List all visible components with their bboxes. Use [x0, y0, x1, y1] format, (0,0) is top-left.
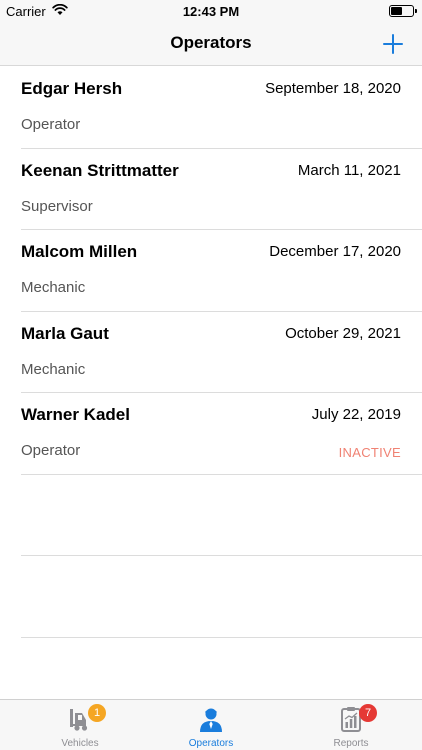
operator-date: March 11, 2021	[297, 161, 401, 179]
empty-row	[0, 556, 422, 638]
tab-bar: 1 Vehicles Operators 7 Reports	[0, 699, 422, 750]
person-icon	[200, 708, 222, 732]
status-bar: Carrier 12:43 PM	[0, 0, 422, 22]
operator-role: Mechanic	[21, 360, 86, 378]
vehicles-badge: 1	[88, 704, 106, 722]
operator-name: Malcom Millen	[21, 242, 138, 261]
operator-name: Warner Kadel	[21, 405, 130, 424]
operator-role: Operator	[21, 116, 81, 133]
list-item[interactable]: Marla Gaut October 29, 2021 Mechanic	[0, 312, 422, 393]
tab-vehicles[interactable]: 1 Vehicles	[10, 700, 150, 750]
operator-date: December 17, 2020	[269, 243, 401, 260]
tab-label: Operators	[188, 738, 234, 749]
operator-name: Keenan Strittmatter	[21, 160, 179, 180]
empty-row	[0, 475, 422, 556]
list-item[interactable]: Warner Kadel July 22, 2019 Operator INAC…	[0, 393, 422, 475]
list-item[interactable]: Keenan Strittmatter March 11, 2021 Super…	[0, 149, 422, 230]
add-operator-button[interactable]	[378, 29, 408, 59]
clock: 12:43 PM	[182, 4, 240, 19]
operator-date: July 22, 2019	[311, 406, 401, 423]
operator-date: October 29, 2021	[285, 324, 401, 342]
operator-name: Marla Gaut	[21, 323, 109, 343]
status-badge: INACTIVE	[338, 445, 401, 460]
row-divider	[21, 636, 422, 638]
operator-name: Edgar Hersh	[21, 79, 123, 98]
reports-badge: 7	[359, 704, 377, 722]
operator-list: Edgar Hersh September 18, 2020 Operator …	[0, 67, 422, 638]
tab-operators[interactable]: Operators	[141, 700, 281, 750]
operator-role: Supervisor	[21, 197, 93, 215]
tab-reports[interactable]: 7 Reports	[281, 700, 421, 750]
operator-role: Operator	[21, 442, 81, 459]
tab-label: Vehicles	[61, 738, 99, 749]
navigation-bar: Operators	[0, 22, 422, 66]
tab-label: Reports	[333, 738, 369, 749]
battery-icon	[389, 5, 417, 17]
operator-date: September 18, 2020	[265, 80, 401, 97]
list-item[interactable]: Malcom Millen December 17, 2020 Mechanic	[0, 230, 422, 312]
list-item[interactable]: Edgar Hersh September 18, 2020 Operator	[0, 67, 422, 149]
operator-role: Mechanic	[21, 279, 86, 296]
page-title: Operators	[170, 33, 252, 52]
